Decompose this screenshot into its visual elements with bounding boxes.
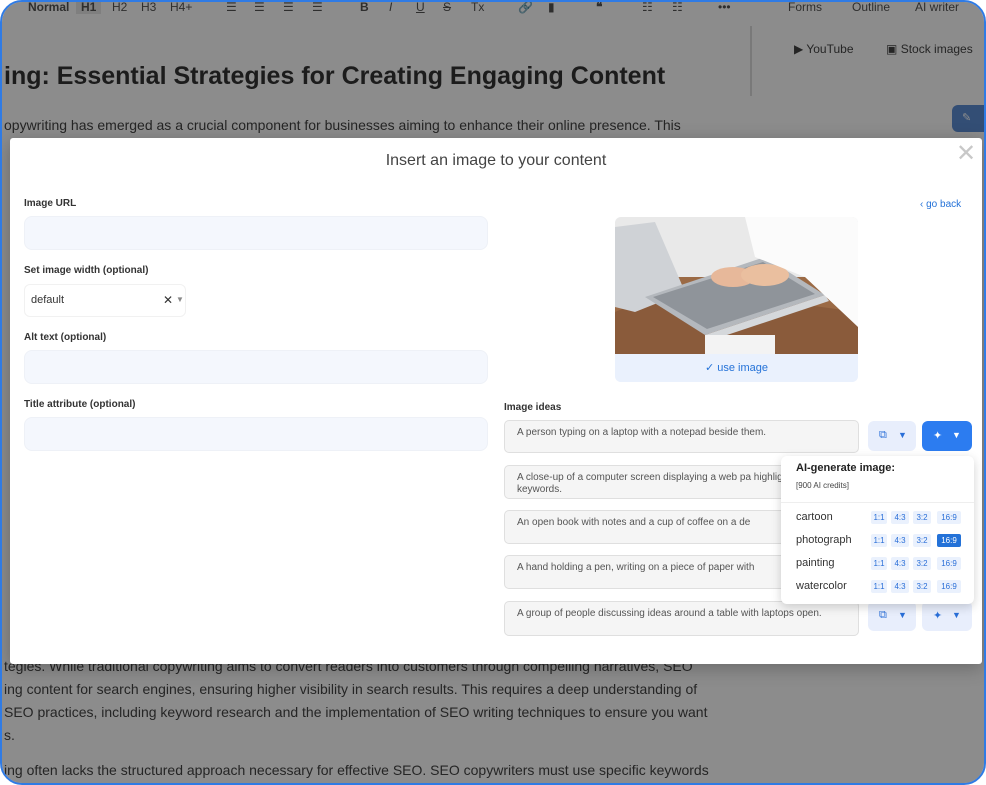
chevron-down-icon: ▼ bbox=[952, 610, 961, 620]
use-image-label: use image bbox=[717, 362, 769, 374]
ai-generate-button[interactable]: ✦ ▼ bbox=[922, 421, 972, 451]
ai-credits: [900 AI credits] bbox=[796, 481, 849, 490]
chevron-down-icon: ▼ bbox=[952, 430, 961, 440]
image-url-input[interactable] bbox=[24, 216, 488, 250]
copy-icon: ⧉ bbox=[879, 609, 887, 621]
ratio-16x9-button[interactable]: 16:9 bbox=[937, 580, 961, 593]
ai-generate-menu: AI-generate image: [900 AI credits] cart… bbox=[781, 456, 974, 604]
ai-style-name: painting bbox=[796, 557, 835, 569]
chevron-left-icon: ‹ bbox=[920, 199, 924, 210]
close-icon[interactable]: ✕ bbox=[956, 142, 976, 166]
ai-style-row-photograph: photograph 1:1 4:3 3:2 16:9 bbox=[781, 532, 974, 550]
ratio-3x2-button[interactable]: 3:2 bbox=[913, 557, 931, 570]
ratio-16x9-button[interactable]: 16:9 bbox=[937, 511, 961, 524]
ai-style-row-watercolor: watercolor 1:1 4:3 3:2 16:9 bbox=[781, 578, 974, 596]
ratio-3x2-button[interactable]: 3:2 bbox=[913, 580, 931, 593]
ai-menu-title: AI-generate image: bbox=[796, 462, 896, 474]
chevron-down-icon: ▼ bbox=[176, 295, 184, 304]
ai-style-row-painting: painting 1:1 4:3 3:2 16:9 bbox=[781, 555, 974, 573]
title-attribute-label: Title attribute (optional) bbox=[24, 399, 136, 410]
ai-style-name: photograph bbox=[796, 534, 852, 546]
use-image-button[interactable]: ✓ use image bbox=[615, 354, 858, 382]
ratio-1x1-button[interactable]: 1:1 bbox=[871, 580, 887, 593]
image-idea-text: A close-up of a computer screen displayi… bbox=[517, 472, 803, 495]
chevron-down-icon: ▼ bbox=[898, 430, 907, 440]
ai-style-name: watercolor bbox=[796, 580, 847, 592]
ratio-1x1-button[interactable]: 1:1 bbox=[871, 534, 887, 547]
ai-style-row-cartoon: cartoon 1:1 4:3 3:2 16:9 bbox=[781, 509, 974, 527]
ratio-4x3-button[interactable]: 4:3 bbox=[891, 511, 909, 524]
image-idea-text: A group of people discussing ideas aroun… bbox=[517, 608, 822, 619]
image-width-value: default bbox=[31, 294, 65, 306]
laptop-photo bbox=[615, 217, 858, 354]
image-idea-text: A hand holding a pen, writing on a piece… bbox=[517, 562, 755, 573]
ratio-4x3-button[interactable]: 4:3 bbox=[891, 557, 909, 570]
alt-text-input[interactable] bbox=[24, 350, 488, 384]
insert-image-modal: Insert an image to your content ✕ Image … bbox=[10, 138, 982, 664]
ratio-3x2-button[interactable]: 3:2 bbox=[913, 511, 931, 524]
resize-handle-icon[interactable] bbox=[851, 628, 857, 634]
ratio-1x1-button[interactable]: 1:1 bbox=[871, 511, 887, 524]
ratio-16x9-button[interactable]: 16:9 bbox=[937, 557, 961, 570]
image-width-select[interactable]: default ✕ ▼ bbox=[24, 284, 186, 317]
image-idea-text: An open book with notes and a cup of cof… bbox=[517, 517, 751, 528]
resize-handle-icon[interactable] bbox=[851, 445, 857, 451]
ratio-1x1-button[interactable]: 1:1 bbox=[871, 557, 887, 570]
divider bbox=[781, 502, 974, 503]
check-icon: ✓ bbox=[704, 362, 715, 374]
copy-idea-button[interactable]: ⧉ ▼ bbox=[868, 421, 916, 451]
app-frame: Normal H1 H2 H3 H4+ ☰ ☰ ☰ ☰ B I U S Tx 🔗… bbox=[0, 0, 986, 785]
ai-generate-button[interactable]: ✦ ▼ bbox=[922, 601, 972, 631]
modal-title: Insert an image to your content bbox=[385, 152, 607, 169]
image-idea-text: A person typing on a laptop with a notep… bbox=[517, 427, 767, 438]
go-back-link[interactable]: ‹ go back bbox=[920, 199, 961, 210]
image-width-label: Set image width (optional) bbox=[24, 265, 149, 276]
go-back-label: go back bbox=[926, 199, 962, 210]
image-ideas-label: Image ideas bbox=[504, 402, 562, 413]
ratio-4x3-button[interactable]: 4:3 bbox=[891, 534, 909, 547]
image-idea-textarea[interactable]: A group of people discussing ideas aroun… bbox=[504, 601, 859, 636]
image-idea-textarea[interactable]: A person typing on a laptop with a notep… bbox=[504, 420, 859, 453]
magic-wand-icon: ✦ bbox=[933, 610, 943, 622]
image-preview: ✓ use image bbox=[615, 217, 858, 382]
ratio-3x2-button[interactable]: 3:2 bbox=[913, 534, 931, 547]
magic-wand-icon: ✦ bbox=[933, 430, 943, 442]
copy-idea-button[interactable]: ⧉ ▼ bbox=[868, 601, 916, 631]
ratio-4x3-button[interactable]: 4:3 bbox=[891, 580, 909, 593]
ai-style-name: cartoon bbox=[796, 511, 833, 523]
image-url-label: Image URL bbox=[24, 198, 77, 209]
ratio-16x9-button[interactable]: 16:9 bbox=[937, 534, 961, 547]
title-attribute-input[interactable] bbox=[24, 417, 488, 451]
alt-text-label: Alt text (optional) bbox=[24, 332, 107, 343]
clear-icon[interactable]: ✕ bbox=[163, 293, 173, 307]
copy-icon: ⧉ bbox=[879, 429, 887, 441]
chevron-down-icon: ▼ bbox=[898, 610, 907, 620]
